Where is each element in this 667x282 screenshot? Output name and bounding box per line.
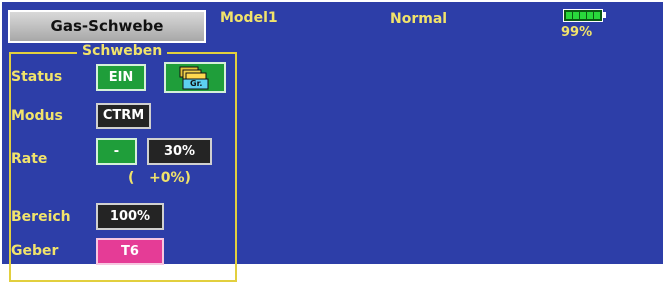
geber-label: Geber	[11, 243, 59, 259]
rate-value-button[interactable]: 30%	[147, 138, 212, 165]
status-button[interactable]: EIN	[96, 64, 146, 91]
battery-icon	[563, 9, 607, 22]
status-label: Status	[11, 69, 63, 85]
function-title-button[interactable]: Gas-Schwebe	[8, 10, 206, 43]
lcd-display: Gas-Schwebe Model1 Normal 99% Schweben S…	[2, 2, 663, 282]
rate-trim-display: ( +0%)	[128, 170, 191, 186]
group-mode-button[interactable]: Gr.	[164, 62, 226, 93]
model-name: Model1	[220, 10, 278, 26]
battery-percent: 99%	[561, 25, 593, 40]
modus-label: Modus	[11, 108, 63, 124]
group-title: Schweben	[77, 43, 168, 59]
condition-name: Normal	[390, 11, 448, 27]
bereich-button[interactable]: 100%	[96, 203, 164, 230]
transmitter-screen: Gas-Schwebe Model1 Normal 99% Schweben S…	[0, 0, 667, 282]
bereich-label: Bereich	[11, 209, 71, 225]
modus-button[interactable]: CTRM	[96, 103, 151, 129]
rate-sign-button[interactable]: -	[96, 138, 137, 165]
group-button-label: Gr.	[190, 79, 203, 88]
geber-button[interactable]: T6	[96, 238, 164, 265]
rate-label: Rate	[11, 151, 48, 167]
